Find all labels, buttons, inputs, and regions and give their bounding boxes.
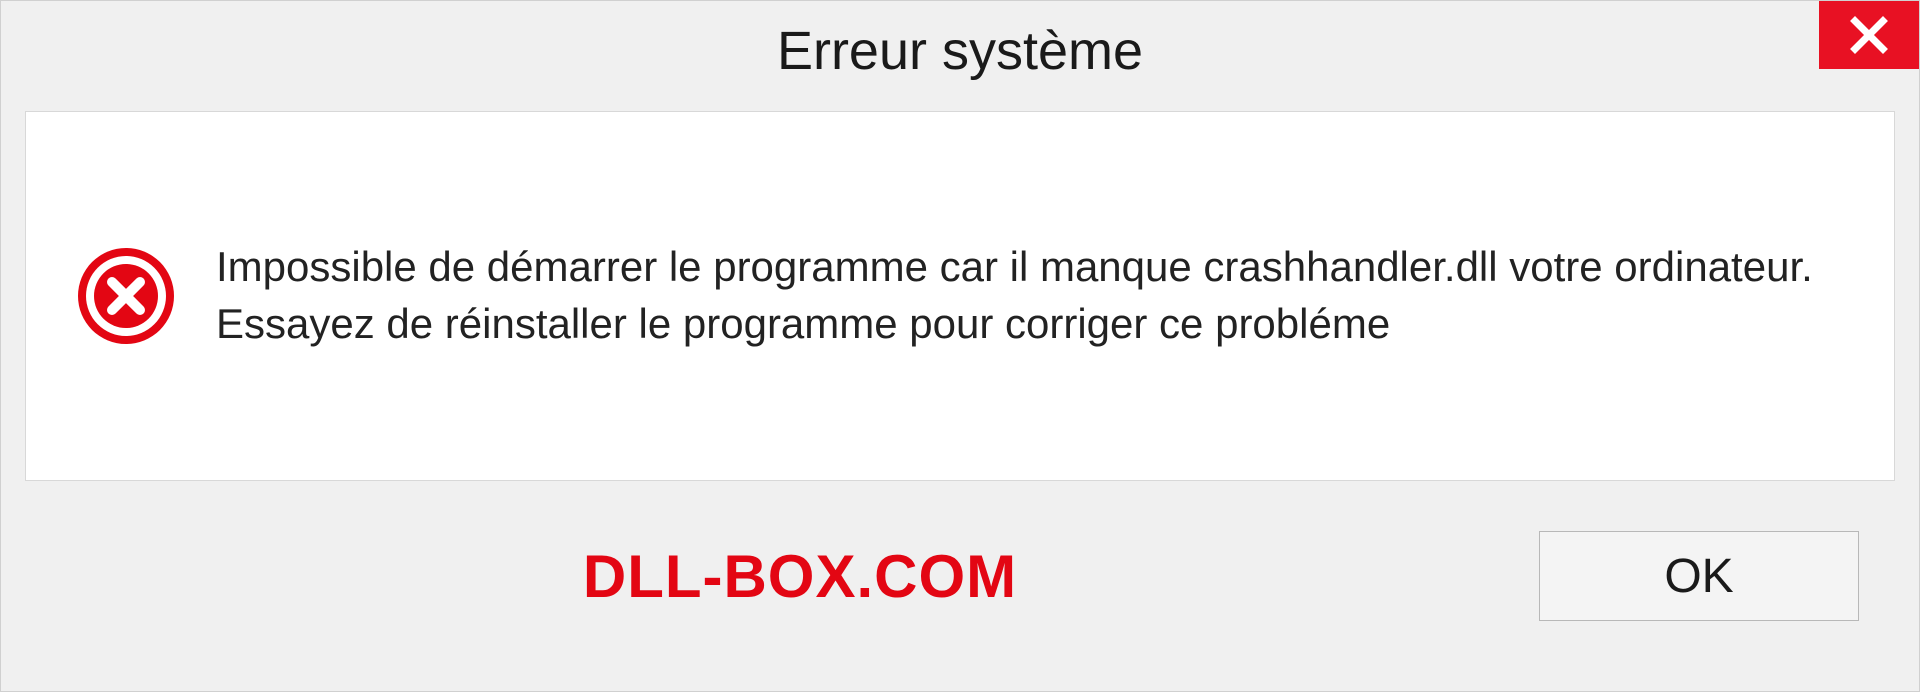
content-area: Impossible de démarrer le programme car … bbox=[25, 111, 1895, 481]
error-message: Impossible de démarrer le programme car … bbox=[216, 239, 1844, 352]
ok-button[interactable]: OK bbox=[1539, 531, 1859, 621]
footer: DLL-BOX.COM OK bbox=[1, 501, 1919, 621]
error-dialog: Erreur système Impossible de démarrer le… bbox=[0, 0, 1920, 692]
dialog-title: Erreur système bbox=[777, 20, 1143, 82]
close-button[interactable] bbox=[1819, 1, 1919, 69]
branding-label: DLL-BOX.COM bbox=[583, 542, 1017, 611]
titlebar: Erreur système bbox=[1, 1, 1919, 101]
error-icon bbox=[76, 246, 176, 346]
close-icon bbox=[1849, 15, 1889, 55]
